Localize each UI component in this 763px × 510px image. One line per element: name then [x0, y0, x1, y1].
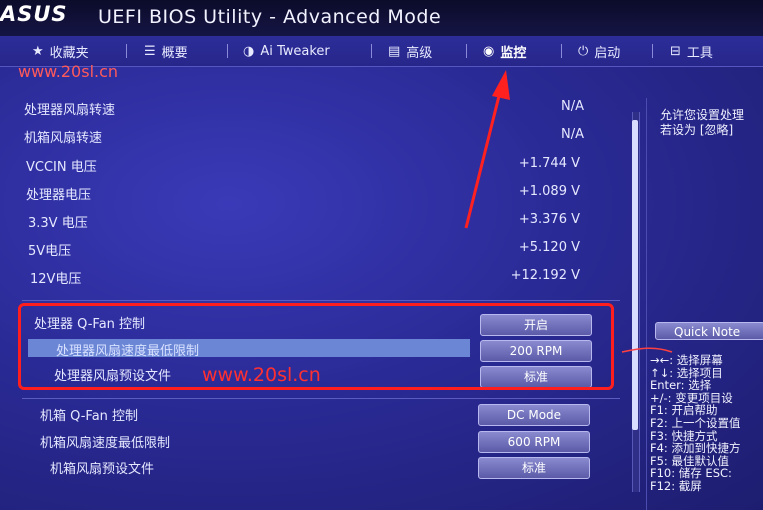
tab-main[interactable]: ☰ 概要	[144, 40, 188, 62]
tab-boot[interactable]: ⏻ 启动	[578, 40, 620, 62]
tab-label: 概要	[161, 45, 188, 61]
row-value: N/A	[561, 99, 584, 114]
tab-label: Ai Tweaker	[260, 43, 330, 59]
tab-label: 高级	[406, 45, 433, 61]
help-description: 允许您设置处理 若设为 [忽略]	[660, 108, 744, 138]
row-value: N/A	[561, 127, 584, 142]
tab-advanced[interactable]: ▤ 高级	[388, 40, 432, 62]
row-label: 处理器电压	[26, 188, 92, 203]
scrollbar-thumb[interactable]	[632, 120, 638, 430]
row-value: +1.744 V	[518, 156, 580, 171]
row-value: +3.376 V	[518, 212, 580, 227]
chassis-qfan-control-button[interactable]: DC Mode	[478, 404, 590, 426]
help-line: 允许您设置处理	[660, 108, 745, 122]
hotkey-item: Enter: 选择	[650, 378, 712, 393]
tweaker-icon: ◑	[243, 43, 255, 59]
asus-logo: ASUS	[0, 2, 68, 26]
advanced-icon: ▤	[388, 43, 401, 59]
monitor-icon: ◉	[483, 43, 495, 59]
chassis-fan-profile-button[interactable]: 标准	[478, 457, 590, 479]
chassis-fan-speed-row[interactable]: 机箱风扇转速 N/A	[24, 124, 584, 146]
power-icon: ⏻	[578, 43, 589, 59]
chassis-fan-lower-limit-row[interactable]: 机箱风扇速度最低限制	[40, 429, 460, 451]
row-label: 机箱风扇转速	[24, 131, 103, 146]
voltage-12v-row[interactable]: 12V电压 +12.192 V	[30, 265, 590, 287]
row-label: 机箱风扇速度最低限制	[40, 436, 171, 451]
tab-label: 工具	[686, 45, 713, 61]
row-label: 处理器风扇转速	[24, 103, 116, 118]
nav-separator	[466, 44, 467, 58]
help-line: 若设为 [忽略]	[660, 123, 734, 137]
row-label: VCCIN 电压	[26, 160, 97, 175]
row-label: 12V电压	[30, 272, 82, 287]
list-icon: ☰	[144, 43, 156, 59]
watermark-middle: www.20sl.cn	[202, 364, 321, 386]
nav-separator	[652, 44, 653, 58]
chassis-fan-lower-limit-button[interactable]: 600 RPM	[478, 431, 590, 453]
voltage-5v-row[interactable]: 5V电压 +5.120 V	[28, 237, 588, 259]
watermark-top: www.20sl.cn	[18, 62, 119, 81]
quick-note-button[interactable]: Quick Note	[655, 322, 763, 340]
hotkey-item: F4: 添加到快捷方	[650, 441, 741, 456]
tab-monitor[interactable]: ◉ 监控	[483, 40, 526, 62]
nav-separator	[371, 44, 372, 58]
nav-separator	[126, 44, 127, 58]
section-divider	[22, 300, 620, 301]
row-value: +12.192 V	[510, 268, 580, 283]
hotkey-item: F12: 截屏	[650, 478, 702, 493]
vccin-voltage-row[interactable]: VCCIN 电压 +1.744 V	[26, 153, 586, 175]
star-icon: ★	[32, 43, 44, 59]
chassis-qfan-control-row[interactable]: 机箱 Q-Fan 控制	[40, 402, 460, 424]
row-value: +1.089 V	[518, 184, 580, 199]
row-label: 机箱风扇预设文件	[50, 462, 155, 477]
voltage-3v3-row[interactable]: 3.3V 电压 +3.376 V	[28, 209, 588, 231]
tab-tool[interactable]: ⊟ 工具	[670, 40, 713, 62]
tab-favorites[interactable]: ★ 收藏夹	[32, 40, 89, 62]
hotkey-item: →←: 选择屏幕	[650, 353, 723, 367]
tool-icon: ⊟	[670, 43, 681, 59]
nav-separator	[227, 44, 228, 58]
row-label: 3.3V 电压	[28, 216, 88, 231]
cpu-fan-speed-row[interactable]: 处理器风扇转速 N/A	[24, 96, 584, 118]
tab-label: 启动	[594, 45, 621, 61]
tab-label: 收藏夹	[49, 45, 89, 61]
title-bar: ASUS UEFI BIOS Utility - Advanced Mode	[0, 0, 763, 36]
tab-ai-tweaker[interactable]: ◑ Ai Tweaker	[243, 40, 330, 62]
row-value: +5.120 V	[518, 240, 580, 255]
section-divider	[22, 398, 620, 399]
window-title: UEFI BIOS Utility - Advanced Mode	[98, 6, 442, 28]
nav-separator	[561, 44, 562, 58]
hotkey-item: F2: 上一个设置值	[650, 415, 741, 430]
row-label: 5V电压	[28, 244, 72, 259]
row-label: 机箱 Q-Fan 控制	[40, 409, 139, 424]
chassis-fan-profile-row[interactable]: 机箱风扇预设文件	[50, 455, 470, 477]
cpu-voltage-row[interactable]: 处理器电压 +1.089 V	[26, 181, 586, 203]
tab-label: 监控	[500, 45, 527, 61]
hotkey-list: →←: 选择屏幕 ↑↓: 选择项目 Enter: 选择 +/-: 变更项目设 F…	[650, 354, 740, 493]
